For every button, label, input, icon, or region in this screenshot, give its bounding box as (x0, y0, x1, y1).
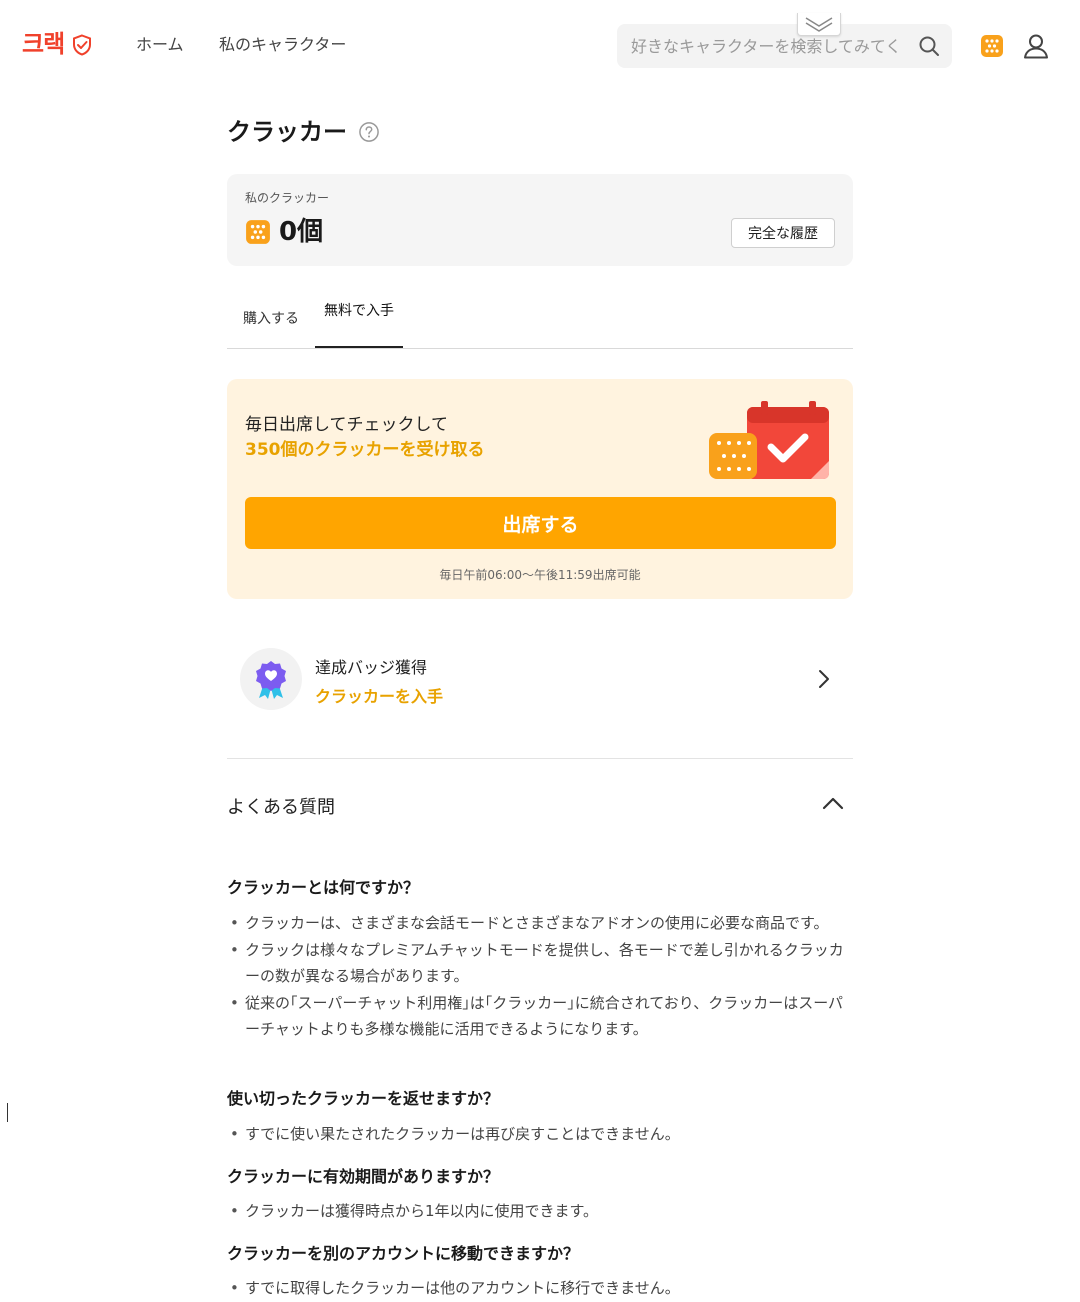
page-title-text: クラッカー (227, 118, 347, 146)
award-badge-icon (256, 661, 286, 699)
cracker-icon (246, 220, 270, 244)
user-icon[interactable] (1023, 33, 1049, 59)
attendance-card: 毎日出席してチェックして 350個のクラッカーを受け取る 出席する 毎日午前06… (227, 379, 853, 599)
attendance-reward: 350個のクラッカーを受け取る (245, 440, 485, 460)
faq-answer-list: すでに取得したクラッカーは他のアカウントに移行できません。 (227, 1275, 853, 1302)
faq-question: クラッカーを別のアカウントに移動できますか？ (227, 1244, 580, 1263)
faq-answer-list: すでに使い果たされたクラッカーは再び戻すことはできません。 (227, 1121, 853, 1148)
search-input[interactable] (631, 24, 901, 68)
faq-header[interactable]: よくある質問 (227, 785, 853, 825)
section-divider (227, 758, 853, 759)
nav-my-characters-link[interactable]: 私のキャラクター (219, 35, 346, 55)
faq-answer-item: すでに取得したクラッカーは他のアカウントに移行できません。 (227, 1275, 853, 1302)
badge-avatar (240, 648, 302, 710)
question-circle-icon[interactable] (359, 122, 379, 142)
page-title: クラッカー (227, 115, 379, 149)
logo-text: 크랙 (22, 31, 65, 58)
shield-check-icon (73, 34, 92, 56)
cracker-balance-card: 私のクラッカー 0個 完全な履歴 (227, 174, 853, 266)
search-box[interactable] (617, 24, 952, 68)
faq-answer-item: すでに使い果たされたクラッカーは再び戻すことはできません。 (227, 1121, 853, 1148)
badge-title: 達成バッジ獲得 (315, 658, 428, 677)
tab-purchase[interactable]: 購入する (227, 312, 315, 327)
faq-answer-item: クラッカーは、さまざまな会話モードとさまざまなアドオンの使用に必要な商品です。 (227, 910, 835, 937)
faq-answer-list: クラッカーは獲得時点から1年以内に使用できます。 (227, 1198, 853, 1225)
badge-subtitle: クラッカーを入手 (315, 687, 444, 706)
tab-bar: 購入する 無料で入手 (227, 296, 853, 349)
nav-home-link[interactable]: ホーム (136, 35, 184, 55)
faq-question: クラッカーに有効期間がありますか？ (227, 1167, 500, 1186)
faq-answer-list: クラッカーは、さまざまな会話モードとさまざまなアドオンの使用に必要な商品です。 … (227, 910, 853, 1043)
double-chevron-down-icon (805, 17, 833, 32)
balance-label: 私のクラッカー (245, 191, 330, 205)
attendance-hours-note: 毎日午前06:00～午後11:59出席可能 (439, 568, 641, 582)
cracker-icon[interactable] (980, 34, 1004, 58)
chevron-right-icon (819, 670, 829, 688)
full-history-button[interactable]: 完全な履歴 (731, 218, 835, 248)
top-navigation: 크랙 ホーム 私のキャラクター (0, 0, 1080, 90)
app-logo[interactable]: 크랙 (22, 32, 92, 58)
calendar-check-icon (709, 401, 829, 479)
tab-get-free[interactable]: 無料で入手 (315, 304, 403, 348)
faq-title: よくある質問 (227, 797, 335, 818)
collapse-handle[interactable] (797, 13, 841, 36)
text-cursor-mark (7, 1103, 8, 1122)
faq-answer-item: クラッカーは獲得時点から1年以内に使用できます。 (227, 1198, 853, 1225)
faq-answer-item: 従来の｢スーパーチャット利用権｣は｢クラッカー｣に統合されており、クラッカーはス… (227, 990, 853, 1043)
attendance-line1: 毎日出席してチェックして (245, 415, 448, 435)
faq-answer-item: クラックは様々なプレミアムチャットモードを提供し、各モードで差し引かれるクラッカ… (227, 937, 845, 990)
faq-question: クラッカーとは何ですか？ (227, 878, 420, 897)
attend-button[interactable]: 出席する (245, 497, 836, 549)
chevron-up-icon[interactable] (821, 795, 845, 811)
search-icon[interactable] (918, 35, 940, 57)
balance-amount: 0個 (279, 217, 324, 247)
balance-value: 0個 (245, 216, 323, 248)
achievement-badge-row[interactable]: 達成バッジ獲得 クラッカーを入手 (227, 632, 853, 726)
faq-question: 使い切ったクラッカーを返せますか？ (227, 1089, 500, 1108)
